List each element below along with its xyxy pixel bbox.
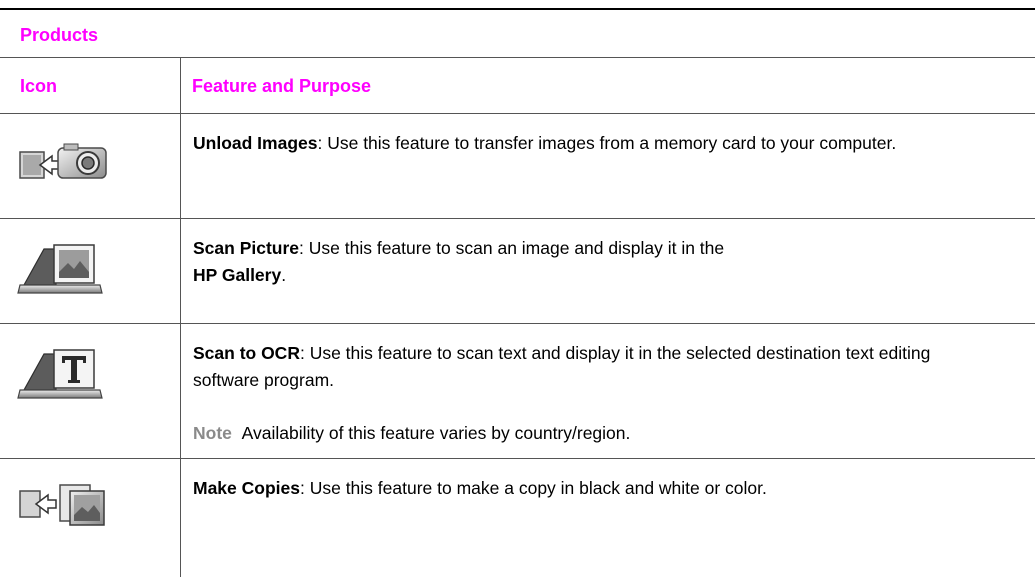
feature-description: Unload Images: Use this feature to trans… <box>193 130 993 157</box>
column-header-feature: Feature and Purpose <box>192 76 372 96</box>
table-row: Unload Images: Use this feature to trans… <box>0 114 1035 218</box>
feature-text: : Use this feature to make a copy in bla… <box>299 478 767 498</box>
feature-name: Scan to OCR <box>193 343 300 363</box>
column-header-icon: Icon <box>20 76 58 96</box>
feature-description: Scan Picture: Use this feature to scan a… <box>193 235 993 289</box>
feature-description: Scan to OCR: Use this feature to scan te… <box>193 340 993 394</box>
make-copies-icon <box>16 477 116 529</box>
note-text: Availability of this feature varies by c… <box>241 423 631 443</box>
table-row: Make Copies: Use this feature to make a … <box>0 459 1035 577</box>
hp-gallery-text: HP Gallery <box>193 265 282 285</box>
feature-text: : Use this feature to scan an image and … <box>299 238 725 258</box>
feature-text: : Use this feature to scan text and disp… <box>193 343 931 390</box>
note: Note Availability of this feature varies… <box>193 420 630 447</box>
feature-description: Make Copies: Use this feature to make a … <box>193 475 993 502</box>
table-row: Scan Picture: Use this feature to scan a… <box>0 219 1035 323</box>
feature-text: : Use this feature to transfer images fr… <box>317 133 897 153</box>
scan-picture-icon <box>16 239 116 294</box>
note-label: Note <box>193 423 232 443</box>
column-header-row: Icon Feature and Purpose <box>0 58 1035 113</box>
unload-images-icon <box>16 136 116 188</box>
scan-to-ocr-icon <box>16 344 116 399</box>
feature-name: Make Copies <box>193 478 300 498</box>
table-row: Scan to OCR: Use this feature to scan te… <box>0 324 1035 458</box>
feature-text-tail: . <box>281 265 287 285</box>
section-title: Products <box>20 25 99 45</box>
section-header: Products <box>0 10 1035 57</box>
feature-name: Scan Picture <box>193 238 300 258</box>
feature-name: Unload Images <box>193 133 318 153</box>
